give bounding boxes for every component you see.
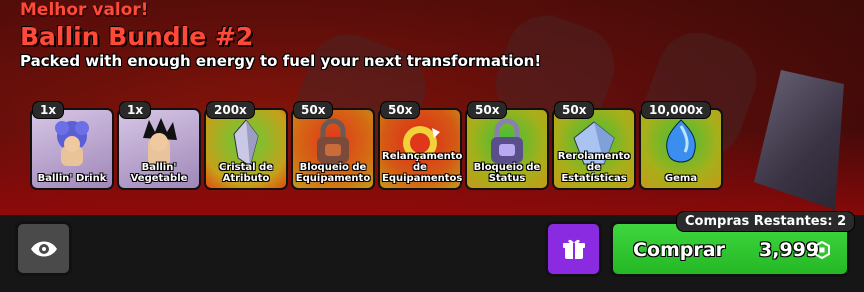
item-quantity: 1x [119,101,152,119]
item-label: Ballin' Vegetable [130,162,188,184]
purchases-remaining-badge: Compras Restantes: 2 [676,211,856,232]
gift-icon [562,237,586,265]
equipment-lock-icon [305,118,361,168]
gem-icon [653,118,709,168]
item-label: Ballin' Drink [37,173,107,184]
bundle-offer-panel: Melhor valor! Ballin Bundle #2 Packed wi… [0,0,864,292]
item-label: Relançamento de Equipamentos [382,151,463,184]
item-quantity: 50x [467,101,508,119]
bundle-item-ballin-drink[interactable]: 1x Ballin' Drink [30,101,114,190]
bundle-item-relancamento-de-equipamentos[interactable]: 50x Relançamento de Equipamentos [378,101,463,190]
item-quantity: 10,000x [641,101,712,119]
ballin-vegetable-character-icon [131,118,187,168]
robux-coin-icon [813,240,831,260]
item-label: Cristal de Atributo [218,162,274,184]
bundle-item-cristal-de-atributo[interactable]: 200x Cristal de Atributo [204,101,288,190]
ballin-drink-character-icon [44,118,100,168]
best-value-tag: Melhor valor! [20,0,149,20]
bundle-item-bloqueio-de-status[interactable]: 50x Bloqueio de Status [465,101,549,190]
bundle-item-ballin-vegetable[interactable]: 1x Ballin' Vegetable [117,101,201,190]
gift-button[interactable] [545,221,602,277]
bundle-subtitle: Packed with enough energy to fuel your n… [20,52,542,70]
bundle-item-rerolamento-de-estatisticas[interactable]: 50x Rerolamento de Estatísticas [552,101,636,190]
item-quantity: 1x [32,101,65,119]
item-quantity: 50x [554,101,595,119]
item-label: Bloqueio de Equipamento [295,162,371,184]
item-label: Rerolamento de Estatísticas [557,151,631,184]
status-lock-icon [479,118,535,168]
bundle-title: Ballin Bundle #2 [20,22,254,51]
item-label: Bloqueio de Status [473,162,541,184]
bundle-price: 3,999 [759,239,820,261]
view-bundle-button[interactable] [15,221,72,276]
eye-icon [29,237,59,265]
buy-button-label: Comprar [633,239,725,261]
item-quantity: 50x [293,101,334,119]
item-quantity: 200x [206,101,255,119]
bundle-item-bloqueio-de-equipamento[interactable]: 50x Bloqueio de Equipamento [291,101,375,190]
bundle-item-gema[interactable]: 10,000x Gema [639,101,723,190]
attribute-crystal-icon [218,118,274,168]
item-label: Gema [664,173,698,184]
item-quantity: 50x [380,101,421,119]
